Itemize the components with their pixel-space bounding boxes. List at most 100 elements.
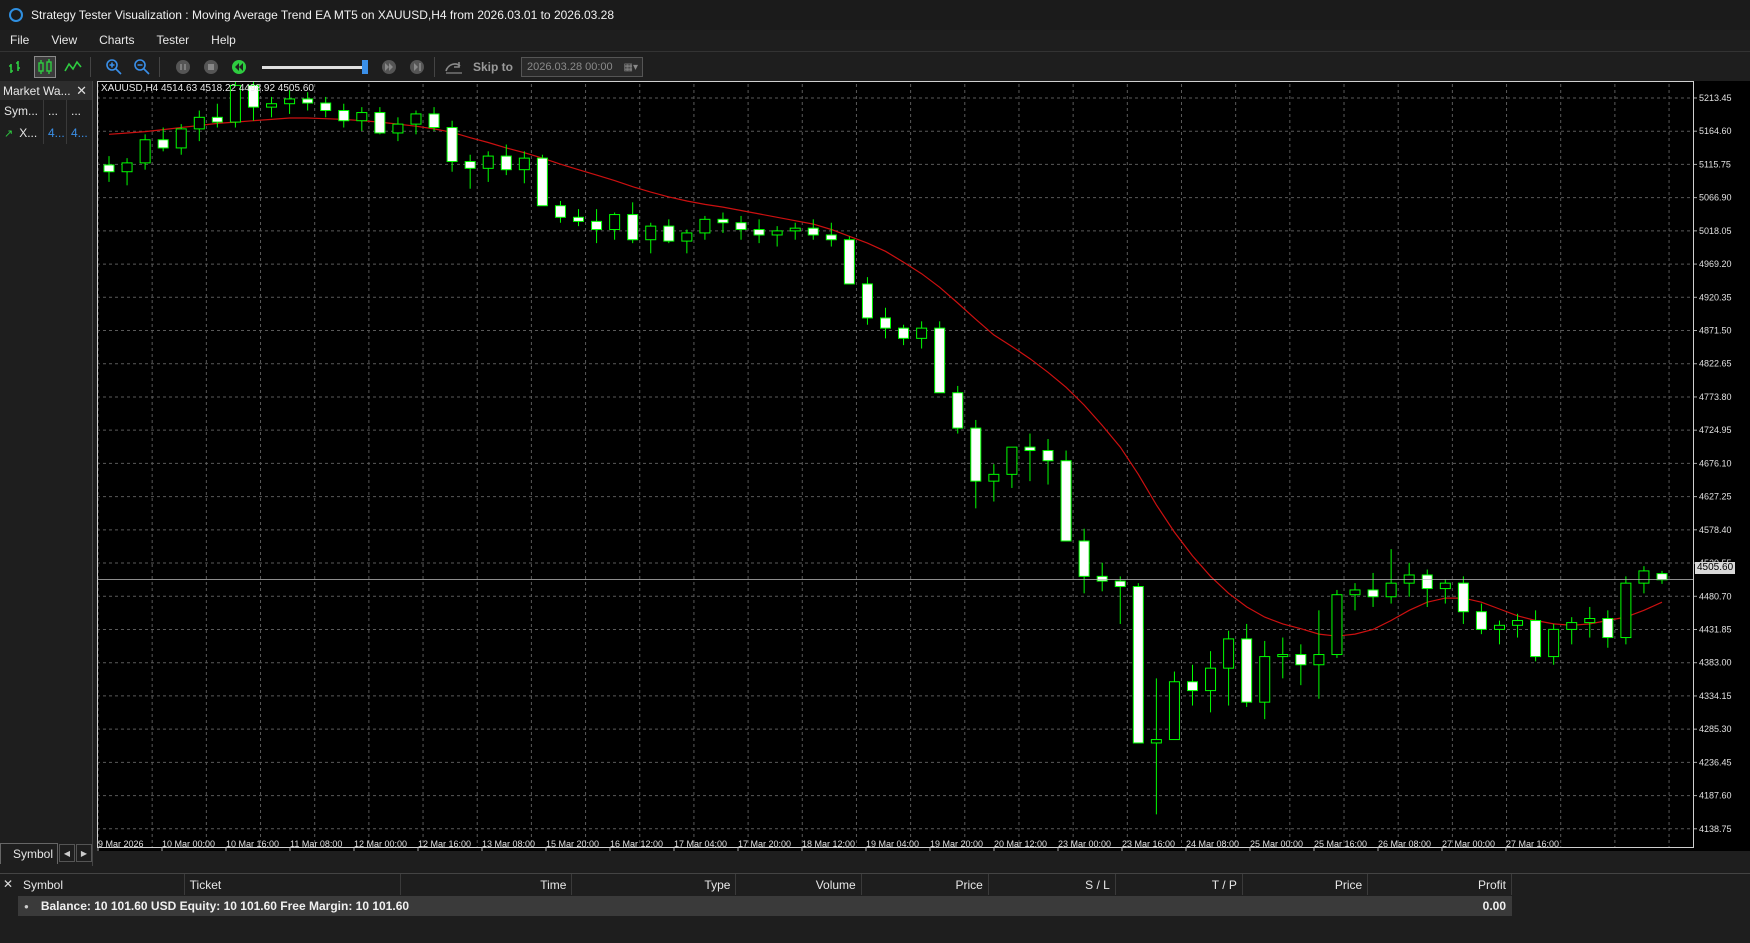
candle: [861, 277, 873, 325]
candle: [338, 103, 350, 128]
candle-body-bullish: [1277, 654, 1289, 658]
candle-body-bullish: [1439, 582, 1451, 590]
candle: [374, 107, 386, 135]
candle-body-bullish: [609, 214, 621, 231]
menu-file[interactable]: File: [0, 33, 40, 47]
candle: [1042, 438, 1054, 485]
tab-scroll-left-icon[interactable]: ◀: [59, 844, 75, 862]
candle: [1493, 620, 1505, 645]
candle: [1006, 446, 1018, 488]
toolbar-separator: [159, 57, 160, 77]
market-watch-title: Market Wa...: [3, 83, 71, 98]
y-tick-label: 4920.35: [1699, 292, 1732, 302]
candle: [952, 385, 964, 434]
candle-body-bearish: [1186, 681, 1198, 692]
fast-forward-button[interactable]: [378, 56, 400, 78]
candle: [1602, 610, 1614, 648]
moving-average-line: [108, 117, 1663, 637]
y-tick-label: 4383.00: [1699, 658, 1732, 668]
candle: [1223, 630, 1235, 706]
candle-body-bearish: [934, 327, 946, 394]
tab-scroll-right-icon[interactable]: ▶: [76, 844, 92, 862]
col-time[interactable]: Time: [401, 874, 573, 895]
skip-to-date-field[interactable]: 2026.03.28 00:00 ▦▾: [521, 57, 644, 77]
candle: [392, 117, 404, 142]
market-watch-col-symbol[interactable]: Sym...: [0, 100, 44, 122]
candle-body-bullish: [482, 155, 494, 169]
col-current-price[interactable]: Price: [1243, 874, 1369, 895]
candle: [1114, 576, 1126, 624]
candle: [699, 215, 711, 240]
pause-button[interactable]: [172, 56, 194, 78]
y-tick-label: 5066.90: [1699, 193, 1732, 203]
stop-button[interactable]: [200, 56, 222, 78]
candle-body-bullish: [1548, 628, 1560, 658]
candle: [428, 107, 440, 131]
chart-area[interactable]: 5213.45 5164.60 5115.75 5066.90 5018.05 4969.…: [97, 81, 1750, 851]
candle-body-bearish: [1421, 574, 1433, 590]
candle: [1548, 623, 1560, 665]
market-watch-row[interactable]: ↗ X... 4... 4...: [0, 122, 92, 144]
candle: [970, 419, 982, 509]
candle-body-bearish: [898, 327, 910, 339]
menu-bar: File View Charts Tester Help: [0, 30, 1750, 50]
trade-panel-close-icon[interactable]: ✕: [3, 877, 13, 891]
candlestick-chart-button[interactable]: [34, 56, 56, 78]
candle-body-bearish: [1530, 620, 1542, 658]
col-take-profit[interactable]: T / P: [1116, 874, 1243, 895]
candle: [1241, 623, 1253, 707]
speed-slider[interactable]: [262, 56, 372, 78]
market-watch-close-icon[interactable]: ✕: [76, 83, 87, 99]
trend-up-icon: ↗: [4, 127, 14, 140]
candle-body-bearish: [338, 110, 350, 122]
bar-chart-button[interactable]: [6, 56, 28, 78]
market-watch-header: Market Wa... ✕: [0, 81, 92, 100]
y-tick-label: 4138.75: [1699, 824, 1732, 834]
candle: [771, 226, 783, 247]
candle: [464, 154, 476, 189]
candle-body-bearish: [663, 225, 675, 242]
line-chart-button[interactable]: [62, 56, 84, 78]
candle-body-bullish: [916, 327, 928, 339]
step-forward-button[interactable]: [406, 56, 428, 78]
candle-body-bearish: [1024, 446, 1036, 452]
candle: [681, 229, 693, 254]
col-profit[interactable]: Profit: [1368, 874, 1512, 895]
col-symbol[interactable]: Symbol: [18, 874, 185, 895]
calendar-dropdown-icon[interactable]: ▦▾: [624, 62, 638, 73]
market-watch-col-bid[interactable]: ...: [44, 100, 67, 122]
balance-row: ● Balance: 10 101.60 USD Equity: 10 101.…: [18, 896, 1512, 916]
skip-to-date-value: 2026.03.28 00:00: [527, 61, 613, 73]
candle: [663, 219, 675, 244]
col-ticket[interactable]: Ticket: [185, 874, 402, 895]
candle: [1656, 570, 1668, 584]
menu-view[interactable]: View: [40, 33, 88, 47]
menu-help[interactable]: Help: [200, 33, 247, 47]
col-type[interactable]: Type: [572, 874, 737, 895]
candlestick-icon: [38, 59, 52, 74]
menu-charts[interactable]: Charts: [88, 33, 145, 47]
toolbar: Skip to 2026.03.28 00:00 ▦▾: [0, 51, 1750, 82]
menu-tester[interactable]: Tester: [145, 33, 200, 47]
zoom-in-button[interactable]: [103, 56, 125, 78]
y-tick-label: 4969.20: [1699, 259, 1732, 269]
col-price[interactable]: Price: [862, 874, 989, 895]
skip-to-button[interactable]: [443, 56, 465, 78]
candle: [518, 151, 530, 184]
col-volume[interactable]: Volume: [736, 874, 862, 895]
candle-body-bullish: [1385, 582, 1397, 598]
candle: [356, 107, 368, 131]
zoom-out-button[interactable]: [131, 56, 153, 78]
col-stop-loss[interactable]: S / L: [989, 874, 1116, 895]
candle-body-bullish: [1168, 681, 1180, 741]
y-tick-label: 4627.25: [1699, 492, 1732, 502]
speed-slider-thumb[interactable]: [362, 60, 368, 74]
rewind-button[interactable]: [228, 56, 250, 78]
bar-chart-icon: [9, 61, 20, 73]
candle: [1584, 606, 1596, 638]
candle-body-bearish: [554, 205, 566, 218]
market-watch-col-ask[interactable]: ...: [67, 100, 91, 122]
market-watch-tab-symbol[interactable]: Symbol: [0, 842, 59, 864]
candlestick-chart[interactable]: 5213.45 5164.60 5115.75 5066.90 5018.05 4969.…: [97, 81, 1750, 851]
candle-body-bullish: [1006, 446, 1018, 475]
